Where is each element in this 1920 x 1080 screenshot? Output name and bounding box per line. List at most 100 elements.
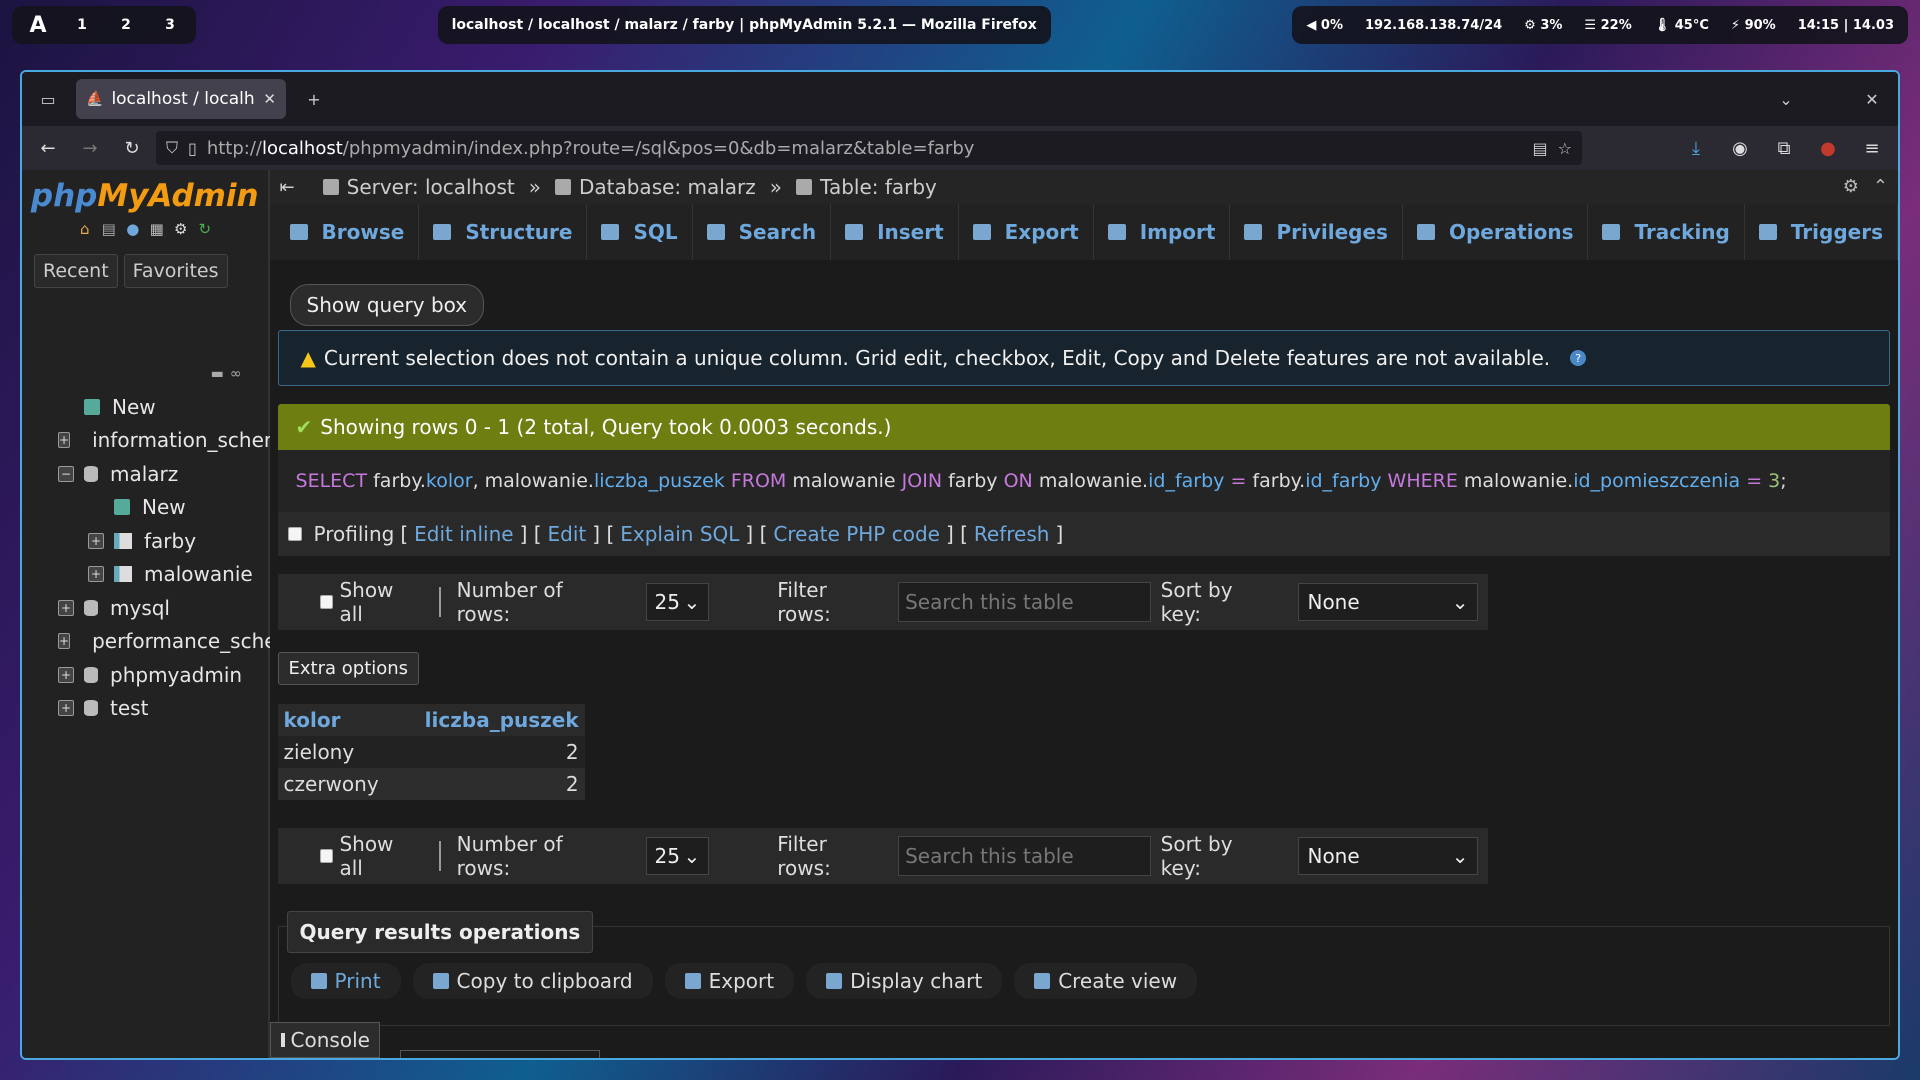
page-icon[interactable]: ▯	[188, 139, 197, 158]
firefox-view-icon[interactable]: ▭	[30, 81, 66, 117]
forward-icon[interactable]: →	[72, 130, 108, 166]
volume-status[interactable]: ◀ 0%	[1306, 18, 1343, 33]
home-icon[interactable]: ⌂	[76, 220, 94, 238]
create-php-code-link[interactable]: Create PHP code	[773, 522, 940, 546]
console-toggle[interactable]: Console	[269, 1022, 380, 1058]
extra-options-button[interactable]: Extra options	[277, 652, 420, 685]
reload-icon[interactable]: ↻	[114, 130, 150, 166]
extensions-icon[interactable]: ⧉	[1766, 130, 1802, 166]
url-bar[interactable]: ⛉ ▯ http://localhost/phpmyadmin/index.ph…	[156, 131, 1582, 165]
sidebar-item-malowanie[interactable]: + malowanie	[22, 558, 268, 592]
ublock-icon[interactable]: ●	[1810, 130, 1846, 166]
print-button[interactable]: Print	[290, 963, 401, 999]
shield-icon[interactable]: ⛉	[166, 138, 178, 158]
edit-inline-link[interactable]: Edit inline	[414, 522, 513, 546]
tab-search[interactable]: Search	[693, 204, 832, 260]
column-header-liczba-puszek[interactable]: liczba_puszek	[384, 704, 585, 736]
filter-rows-input[interactable]: Search this table	[898, 836, 1151, 876]
sort-by-key-select[interactable]: None ⌄	[1298, 583, 1478, 621]
temperature-status: 🌡 45°C	[1653, 17, 1709, 33]
expand-icon[interactable]: +	[58, 633, 71, 650]
tab-sql[interactable]: SQL	[587, 204, 693, 260]
sql-query-icon[interactable]: ▤	[100, 220, 118, 238]
menu-icon[interactable]: ≡	[1854, 130, 1890, 166]
workspace-1[interactable]: 1	[62, 6, 102, 44]
refresh-link[interactable]: Refresh	[974, 522, 1050, 546]
expand-icon[interactable]: +	[58, 700, 74, 717]
network-status[interactable]: 192.168.138.74/24	[1365, 18, 1502, 33]
number-of-rows-select[interactable]: 25 ⌄	[645, 583, 710, 621]
expand-icon[interactable]: +	[58, 599, 74, 616]
tab-export[interactable]: Export	[959, 204, 1094, 260]
clock[interactable]: 14:15 | 14.03	[1798, 18, 1894, 33]
filter-rows-input[interactable]: Search this table	[898, 582, 1151, 622]
edit-link[interactable]: Edit	[548, 522, 587, 546]
column-header-kolor[interactable]: kolor	[277, 704, 385, 736]
breadcrumb-database[interactable]: Database: malarz	[554, 175, 756, 199]
bookmark-star-icon[interactable]: ☆	[1558, 139, 1572, 158]
sidebar-item-mysql[interactable]: + mysql	[22, 591, 268, 625]
collapse-top-icon[interactable]: ⌃	[1873, 176, 1888, 197]
sidebar-item-New[interactable]: New	[22, 491, 268, 525]
expand-icon[interactable]: +	[88, 566, 104, 583]
export-button[interactable]: Export	[664, 963, 795, 999]
expand-icon[interactable]: +	[88, 532, 104, 549]
sidebar-item-farby[interactable]: + farby	[22, 524, 268, 558]
workspace-2[interactable]: 2	[106, 6, 146, 44]
sidebar-item-test[interactable]: + test	[22, 692, 268, 726]
reader-view-icon[interactable]: ▤	[1533, 139, 1548, 158]
sidebar-item-performance-schema[interactable]: + performance_schema	[22, 625, 308, 659]
link-with-main-icon[interactable]: ∞	[230, 366, 242, 382]
phpmyadmin-logo[interactable]: phpMyAdmin	[22, 170, 268, 214]
tab-import[interactable]: Import	[1094, 204, 1231, 260]
docs-icon[interactable]: ●	[124, 220, 142, 238]
account-icon[interactable]: ◉	[1722, 130, 1758, 166]
display-chart-button[interactable]: Display chart	[806, 963, 1003, 999]
tab-insert[interactable]: Insert	[831, 204, 959, 260]
show-all-checkbox[interactable]	[319, 849, 334, 863]
back-icon[interactable]: ←	[30, 130, 66, 166]
explain-sql-link[interactable]: Explain SQL	[620, 522, 739, 546]
help-icon[interactable]: ?	[1570, 350, 1587, 366]
tab-structure[interactable]: Structure	[419, 204, 588, 260]
number-of-rows-select[interactable]: 25 ⌄	[645, 837, 710, 875]
copy-icon[interactable]: ▦	[148, 220, 166, 238]
collapse-all-icon[interactable]: ▬	[211, 366, 224, 382]
expand-icon[interactable]: +	[58, 432, 71, 449]
settings-icon[interactable]: ⚙	[172, 220, 190, 238]
profiling-checkbox[interactable]	[287, 527, 302, 541]
breadcrumb-table[interactable]: Table: farby	[796, 175, 937, 199]
url-text[interactable]: http://localhost/phpmyadmin/index.php?ro…	[207, 138, 1523, 159]
arch-logo-icon[interactable]: A	[18, 6, 58, 44]
tab-browse[interactable]: Browse	[276, 204, 420, 260]
show-query-box-button[interactable]: Show query box	[289, 284, 485, 326]
sidebar-item-New[interactable]: New	[22, 390, 268, 424]
workspace-3[interactable]: 3	[150, 6, 190, 44]
collapse-sidebar-icon[interactable]: ⇤	[280, 177, 295, 198]
download-icon[interactable]: ⤓	[1678, 130, 1714, 166]
new-tab-icon[interactable]: +	[296, 81, 332, 117]
show-all-checkbox[interactable]	[319, 595, 334, 609]
sort-by-key-select[interactable]: None ⌄	[1298, 837, 1478, 875]
tab-list-icon[interactable]: ⌄	[1768, 81, 1804, 117]
page-settings-icon[interactable]: ⚙	[1843, 176, 1859, 197]
copy-to-clipboard-button[interactable]: Copy to clipboard	[412, 963, 653, 999]
tab-operations[interactable]: Operations	[1403, 204, 1589, 260]
breadcrumb-server[interactable]: Server: localhost	[322, 175, 515, 199]
browser-tab[interactable]: ⛵ localhost / localhost ✕	[76, 79, 286, 119]
favorites-tab[interactable]: Favorites	[123, 254, 228, 288]
sidebar-item-information-schema[interactable]: + information_schema	[22, 424, 296, 458]
collapse-icon[interactable]: −	[58, 465, 74, 482]
tab-triggers[interactable]: Triggers	[1745, 204, 1898, 260]
create-view-button[interactable]: Create view	[1014, 963, 1198, 999]
recent-tab[interactable]: Recent	[34, 254, 118, 288]
sort-by-key-label: Sort by key:	[1160, 832, 1233, 880]
sidebar-item-malarz[interactable]: − malarz	[22, 457, 268, 491]
expand-icon[interactable]: +	[58, 666, 74, 683]
tab-privileges[interactable]: Privileges	[1230, 204, 1403, 260]
tab-close-icon[interactable]: ✕	[263, 90, 276, 108]
sidebar-item-phpmyadmin[interactable]: + phpmyadmin	[22, 658, 268, 692]
reload-navigation-icon[interactable]: ↻	[196, 220, 214, 238]
tab-tracking[interactable]: Tracking	[1588, 204, 1745, 260]
window-close-icon[interactable]: ✕	[1854, 81, 1890, 117]
